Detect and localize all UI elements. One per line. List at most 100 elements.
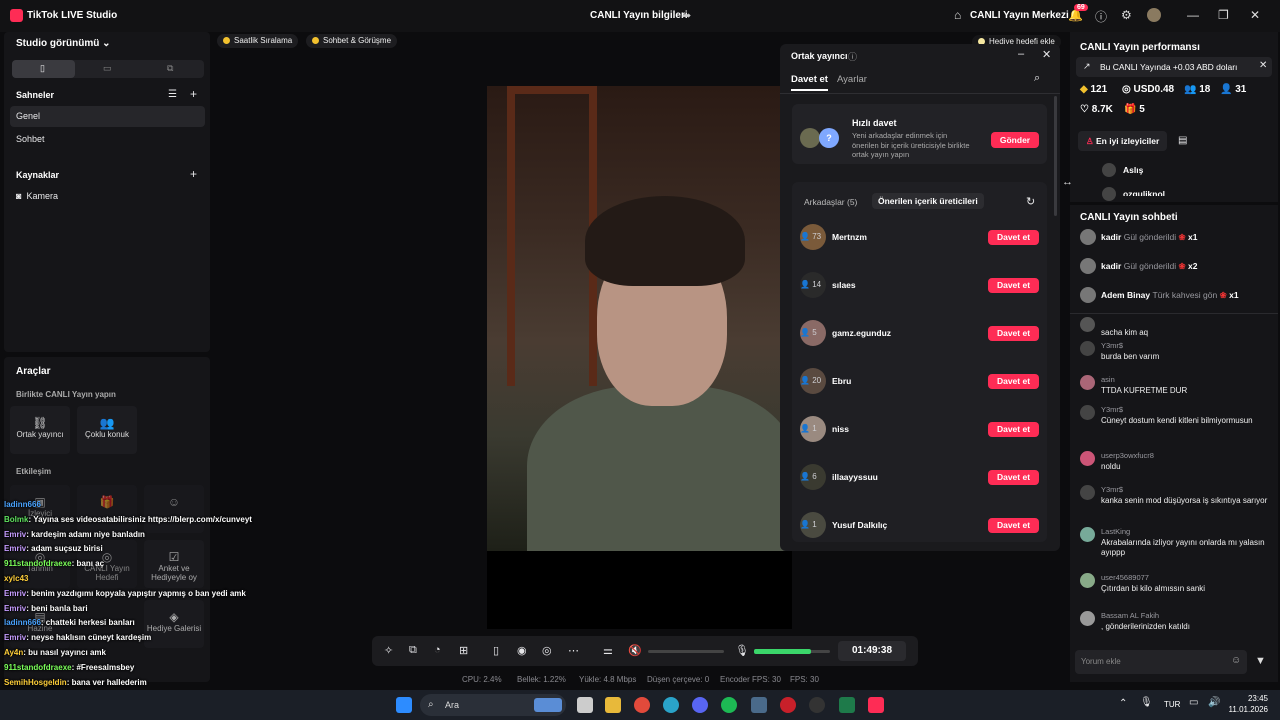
hourly-ranking-chip[interactable]: Saatlik Sıralama [217, 34, 299, 48]
avatar[interactable] [1147, 8, 1161, 22]
gift-user[interactable]: Adem Binay [1101, 290, 1150, 300]
language-indicator[interactable]: TUR [1164, 700, 1180, 709]
refresh-icon[interactable]: ↻ [1026, 195, 1035, 208]
invite-button[interactable]: Davet et [988, 278, 1039, 293]
tab-suggested[interactable]: Önerilen içerik üreticileri [872, 193, 984, 209]
source-item-camera[interactable]: ◙ Kamera [16, 191, 58, 201]
share-icon[interactable]: ➦ [682, 9, 691, 22]
scene-item[interactable]: Genel [10, 106, 205, 127]
invite-button[interactable]: Davet et [988, 470, 1039, 485]
live-center-button[interactable]: CANLI Yayın Merkezi [970, 10, 1069, 21]
studio-view-dropdown[interactable]: Studio görünümü ⌄ [16, 38, 111, 49]
opera-icon[interactable] [780, 697, 796, 713]
minimize-icon[interactable]: — [1187, 8, 1199, 22]
gift-user[interactable]: kadir [1101, 232, 1121, 242]
close-icon[interactable]: ✕ [1250, 8, 1260, 22]
speaker-volume-slider[interactable] [648, 650, 724, 653]
invite-button[interactable]: Davet et [988, 422, 1039, 437]
invite-button[interactable]: Davet et [988, 230, 1039, 245]
app-icon[interactable] [751, 697, 767, 713]
magic-icon[interactable]: ✧ [384, 644, 393, 657]
invite-button[interactable]: Davet et [988, 374, 1039, 389]
file-explorer-icon[interactable] [605, 697, 621, 713]
close-icon[interactable]: ✕ [1042, 48, 1051, 61]
close-icon[interactable]: ✕ [1259, 60, 1267, 71]
record-icon[interactable]: ◉ [517, 644, 527, 657]
scene-item[interactable]: Sohbet [10, 129, 205, 150]
list-icon[interactable]: ☰ [168, 89, 177, 100]
tool-icon-2[interactable]: 🎁 [77, 485, 137, 533]
viewer-tool[interactable]: ▣ İzleyici [10, 485, 70, 533]
spotify-icon[interactable] [721, 697, 737, 713]
search-icon[interactable]: ⌕ [1034, 72, 1040, 85]
obs-icon[interactable] [809, 697, 825, 713]
discord-icon[interactable] [692, 697, 708, 713]
list-icon[interactable]: ▤ [1178, 135, 1187, 146]
emoji-icon[interactable]: ☺ [1231, 655, 1241, 666]
chat-username[interactable]: Y3mr$ [1101, 405, 1123, 414]
edge-icon[interactable] [663, 697, 679, 713]
gift-gallery-tool[interactable]: ◈ Hediye Galerisi [144, 600, 204, 648]
mic-icon[interactable]: 🎙 [1140, 697, 1153, 708]
top-viewer-name[interactable]: ozguliknol [1123, 189, 1165, 196]
add-icon[interactable]: ⊞ [459, 644, 468, 657]
chat-username[interactable]: LastKing [1101, 527, 1130, 536]
monitor-icon[interactable]: ▭ [1189, 697, 1198, 708]
phone-icon[interactable]: ▯ [493, 644, 499, 657]
gear-icon[interactable]: ⚙ [1121, 8, 1132, 22]
dual-icon[interactable]: ⧉ [167, 63, 173, 74]
cohost-tool[interactable]: ⛓ Ortak yayıncı [10, 406, 70, 454]
volume-icon[interactable]: 🔊 [1208, 697, 1220, 708]
chrome-icon[interactable] [634, 697, 650, 713]
more-icon[interactable]: ⋯ [568, 644, 579, 657]
chat-username[interactable]: asin [1101, 375, 1115, 384]
clock-date[interactable]: 11.01.2026 [1228, 705, 1268, 714]
task-view-icon[interactable] [577, 697, 593, 713]
top-viewers-tab[interactable]: ♙ En iyi izleyiciler [1078, 131, 1168, 151]
windows-start-icon[interactable] [396, 697, 412, 713]
home-icon[interactable]: ⌂ [954, 8, 961, 22]
camera-preview[interactable] [487, 86, 792, 551]
maximize-icon[interactable]: ❐ [1218, 8, 1229, 22]
camera-settings-icon[interactable]: ◎ [542, 644, 552, 657]
speaker-muted-icon[interactable]: 🔇 [628, 644, 642, 657]
tab-settings[interactable]: Ayarlar [837, 74, 867, 85]
filter-icon[interactable]: ▼ [1255, 655, 1266, 667]
chat-username[interactable]: Y3mr$ [1101, 341, 1123, 350]
taskbar-search[interactable]: ⌕ Ara [420, 694, 566, 716]
clock-time[interactable]: 23:45 [1246, 694, 1268, 703]
send-button[interactable]: Gönder [991, 132, 1039, 148]
orientation-toggle[interactable]: ▯ ▭ ⧉ [12, 60, 204, 78]
help-icon[interactable]: ⓘ [1095, 8, 1107, 25]
enhance-icon[interactable]: ◔ [434, 644, 441, 656]
comment-input[interactable]: Yorum ekle ☺ [1075, 650, 1247, 674]
tab-friends[interactable]: Arkadaşlar (5) [804, 197, 857, 207]
app-icon[interactable] [839, 697, 855, 713]
invite-button[interactable]: Davet et [988, 326, 1039, 341]
chat-chip[interactable]: Sohbet & Görüşme [306, 34, 398, 48]
resize-handle-icon[interactable]: ↔ [1062, 176, 1073, 188]
help-icon[interactable]: ⓘ [848, 50, 857, 63]
mixer-icon[interactable]: ⚌ [603, 644, 613, 657]
chat-username[interactable]: userp3owxfucr8 [1101, 451, 1154, 460]
tool-icon-3[interactable]: ☺ [144, 485, 204, 533]
mic-icon[interactable]: 🎙 [735, 644, 749, 657]
scrollbar[interactable] [1054, 96, 1057, 216]
minimize-icon[interactable]: – [1018, 48, 1024, 60]
invite-button[interactable]: Davet et [988, 518, 1039, 533]
tiktok-studio-icon[interactable] [868, 697, 884, 713]
chevron-up-icon[interactable]: ⌃ [1119, 698, 1127, 709]
live-info-title[interactable]: CANLI Yayın bilgileri [590, 10, 688, 21]
tab-invite[interactable]: Davet et [791, 74, 828, 91]
top-viewer-name[interactable]: Aslış [1123, 165, 1143, 175]
effects-icon[interactable]: ⧉ [409, 644, 417, 657]
add-scene-icon[interactable]: + [190, 87, 197, 101]
chat-username[interactable]: user45689077 [1101, 573, 1149, 582]
multi-guest-tool[interactable]: 👥 Çoklu konuk [77, 406, 137, 454]
poll-tool[interactable]: ☑ Anket ve Hediyeyle oy [144, 540, 204, 588]
landscape-icon[interactable]: ▭ [103, 63, 112, 74]
chat-username[interactable]: Bassam AL Fakih [1101, 611, 1159, 620]
gift-user[interactable]: kadir [1101, 261, 1121, 271]
add-source-icon[interactable]: + [190, 167, 197, 181]
chat-username[interactable]: Y3mr$ [1101, 485, 1123, 494]
